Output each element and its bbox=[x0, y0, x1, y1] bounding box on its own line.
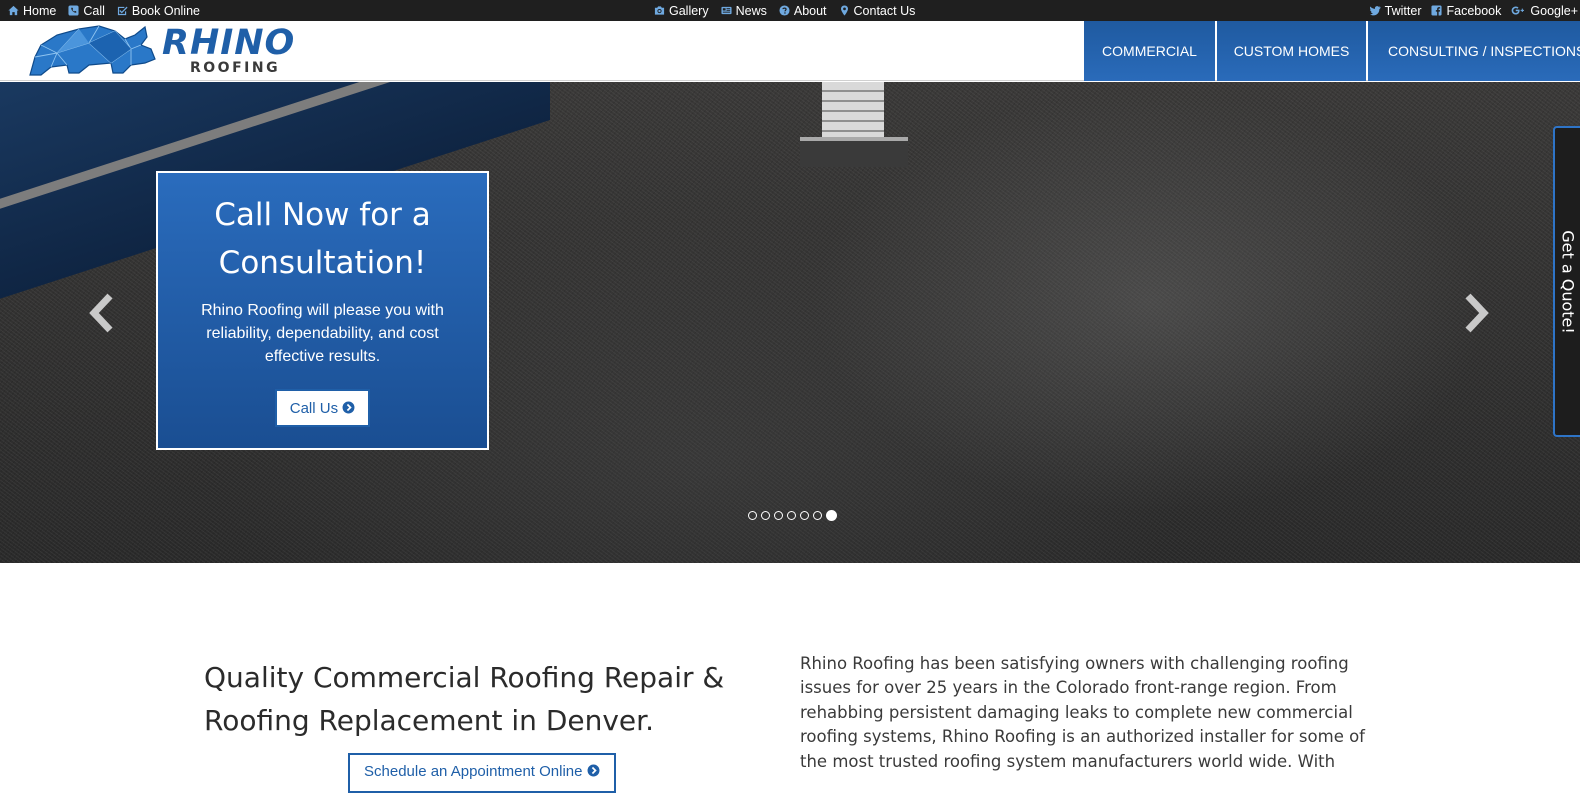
topbar-call-label: Call bbox=[83, 3, 105, 18]
hero-background-roof-vent bbox=[800, 82, 910, 172]
carousel-dot[interactable] bbox=[761, 511, 770, 520]
logo-wordmark: RHINO ROOFING bbox=[162, 25, 295, 75]
carousel-prev-arrow[interactable] bbox=[84, 292, 120, 334]
carousel-next-arrow[interactable] bbox=[1458, 292, 1494, 334]
hero-title: Call Now for a Consultation! bbox=[214, 197, 431, 281]
site-header: RHINO ROOFING COMMERCIAL CUSTOM HOMES CO… bbox=[0, 21, 1580, 81]
check-square-icon bbox=[117, 5, 128, 16]
hero-text: Rhino Roofing will please you with relia… bbox=[201, 302, 444, 365]
hero-carousel: Call Now for a Consultation! Rhino Roofi… bbox=[0, 82, 1580, 563]
chevron-left-icon bbox=[89, 293, 113, 333]
nav-consulting-inspections[interactable]: CONSULTING / INSPECTIONS bbox=[1368, 21, 1580, 81]
topbar-news-label: News bbox=[735, 3, 767, 18]
rhino-roofing-logo[interactable]: RHINO ROOFING bbox=[27, 23, 327, 79]
chevron-circle-right-icon bbox=[342, 392, 355, 414]
topbar-news-link[interactable]: News bbox=[721, 4, 767, 18]
topbar-contact-link[interactable]: Contact Us bbox=[839, 3, 916, 18]
topbar-gallery-label: Gallery bbox=[669, 3, 709, 18]
logo-name: RHINO bbox=[162, 23, 296, 63]
nav-commercial[interactable]: COMMERCIAL bbox=[1084, 21, 1215, 81]
topbar-twitter-link[interactable]: Twitter bbox=[1369, 3, 1422, 18]
twitter-icon bbox=[1369, 5, 1381, 16]
topbar-home-link[interactable]: Home bbox=[8, 4, 56, 18]
hero-caption-box: Call Now for a Consultation! Rhino Roofi… bbox=[156, 171, 489, 450]
intro-section: Quality Commercial Roofing Repair & Roof… bbox=[0, 563, 1580, 793]
nav-custom-homes[interactable]: CUSTOM HOMES bbox=[1217, 21, 1366, 81]
topbar-facebook-link[interactable]: Facebook bbox=[1431, 4, 1501, 18]
chevron-right-icon bbox=[1465, 293, 1489, 333]
google-plus-icon bbox=[1511, 5, 1526, 16]
question-circle-icon bbox=[779, 5, 790, 16]
carousel-dot[interactable] bbox=[800, 511, 809, 520]
intro-paragraph: Rhino Roofing has been satisfying owners… bbox=[800, 654, 1365, 771]
schedule-appointment-label: Schedule an Appointment Online bbox=[364, 763, 583, 780]
carousel-indicators bbox=[748, 510, 841, 521]
rhino-logo-icon bbox=[29, 25, 156, 76]
logo-subtitle: ROOFING bbox=[190, 60, 281, 76]
topbar-book-online-link[interactable]: Book Online bbox=[117, 4, 200, 18]
phone-icon bbox=[68, 5, 79, 16]
intro-heading: Quality Commercial Roofing Repair & Roof… bbox=[204, 661, 725, 737]
call-us-button[interactable]: Call Us bbox=[274, 389, 371, 427]
topbar-book-online-label: Book Online bbox=[131, 3, 200, 18]
topbar-about-label: About bbox=[793, 3, 827, 18]
top-utility-bar: Home Call Book Online Gallery News About… bbox=[0, 0, 1580, 21]
call-us-label: Call Us bbox=[289, 400, 339, 417]
map-marker-icon bbox=[839, 5, 850, 16]
carousel-dot[interactable] bbox=[748, 511, 757, 520]
topbar-contact-label: Contact Us bbox=[853, 3, 916, 18]
topbar-social-links: Twitter Facebook Google+ bbox=[1360, 0, 1578, 21]
carousel-dot[interactable] bbox=[813, 511, 822, 520]
topbar-gallery-link[interactable]: Gallery bbox=[654, 4, 709, 18]
topbar-twitter-label: Twitter bbox=[1384, 3, 1422, 18]
carousel-dot[interactable] bbox=[774, 511, 783, 520]
topbar-google-plus-link[interactable]: Google+ bbox=[1511, 4, 1578, 18]
get-a-quote-tab[interactable]: Get a Quote! bbox=[1553, 126, 1580, 437]
chevron-circle-right-icon bbox=[587, 763, 600, 780]
newspaper-icon bbox=[721, 5, 732, 16]
schedule-appointment-button[interactable]: Schedule an Appointment Online bbox=[348, 753, 616, 793]
carousel-dot[interactable] bbox=[826, 510, 837, 521]
facebook-icon bbox=[1431, 5, 1443, 16]
topbar-google-plus-label: Google+ bbox=[1530, 3, 1578, 18]
carousel-dot[interactable] bbox=[787, 511, 796, 520]
topbar-call-link[interactable]: Call bbox=[68, 4, 105, 18]
topbar-left-links: Home Call Book Online bbox=[8, 0, 212, 21]
camera-icon bbox=[654, 5, 665, 16]
topbar-about-link[interactable]: About bbox=[779, 4, 827, 18]
main-navigation: COMMERCIAL CUSTOM HOMES CONSULTING / INS… bbox=[1082, 21, 1580, 81]
topbar-center-links: Gallery News About Contact Us bbox=[654, 0, 927, 21]
get-a-quote-label: Get a Quote! bbox=[1558, 229, 1577, 334]
home-icon bbox=[8, 5, 19, 16]
topbar-facebook-label: Facebook bbox=[1446, 3, 1502, 18]
topbar-home-label: Home bbox=[23, 3, 57, 18]
